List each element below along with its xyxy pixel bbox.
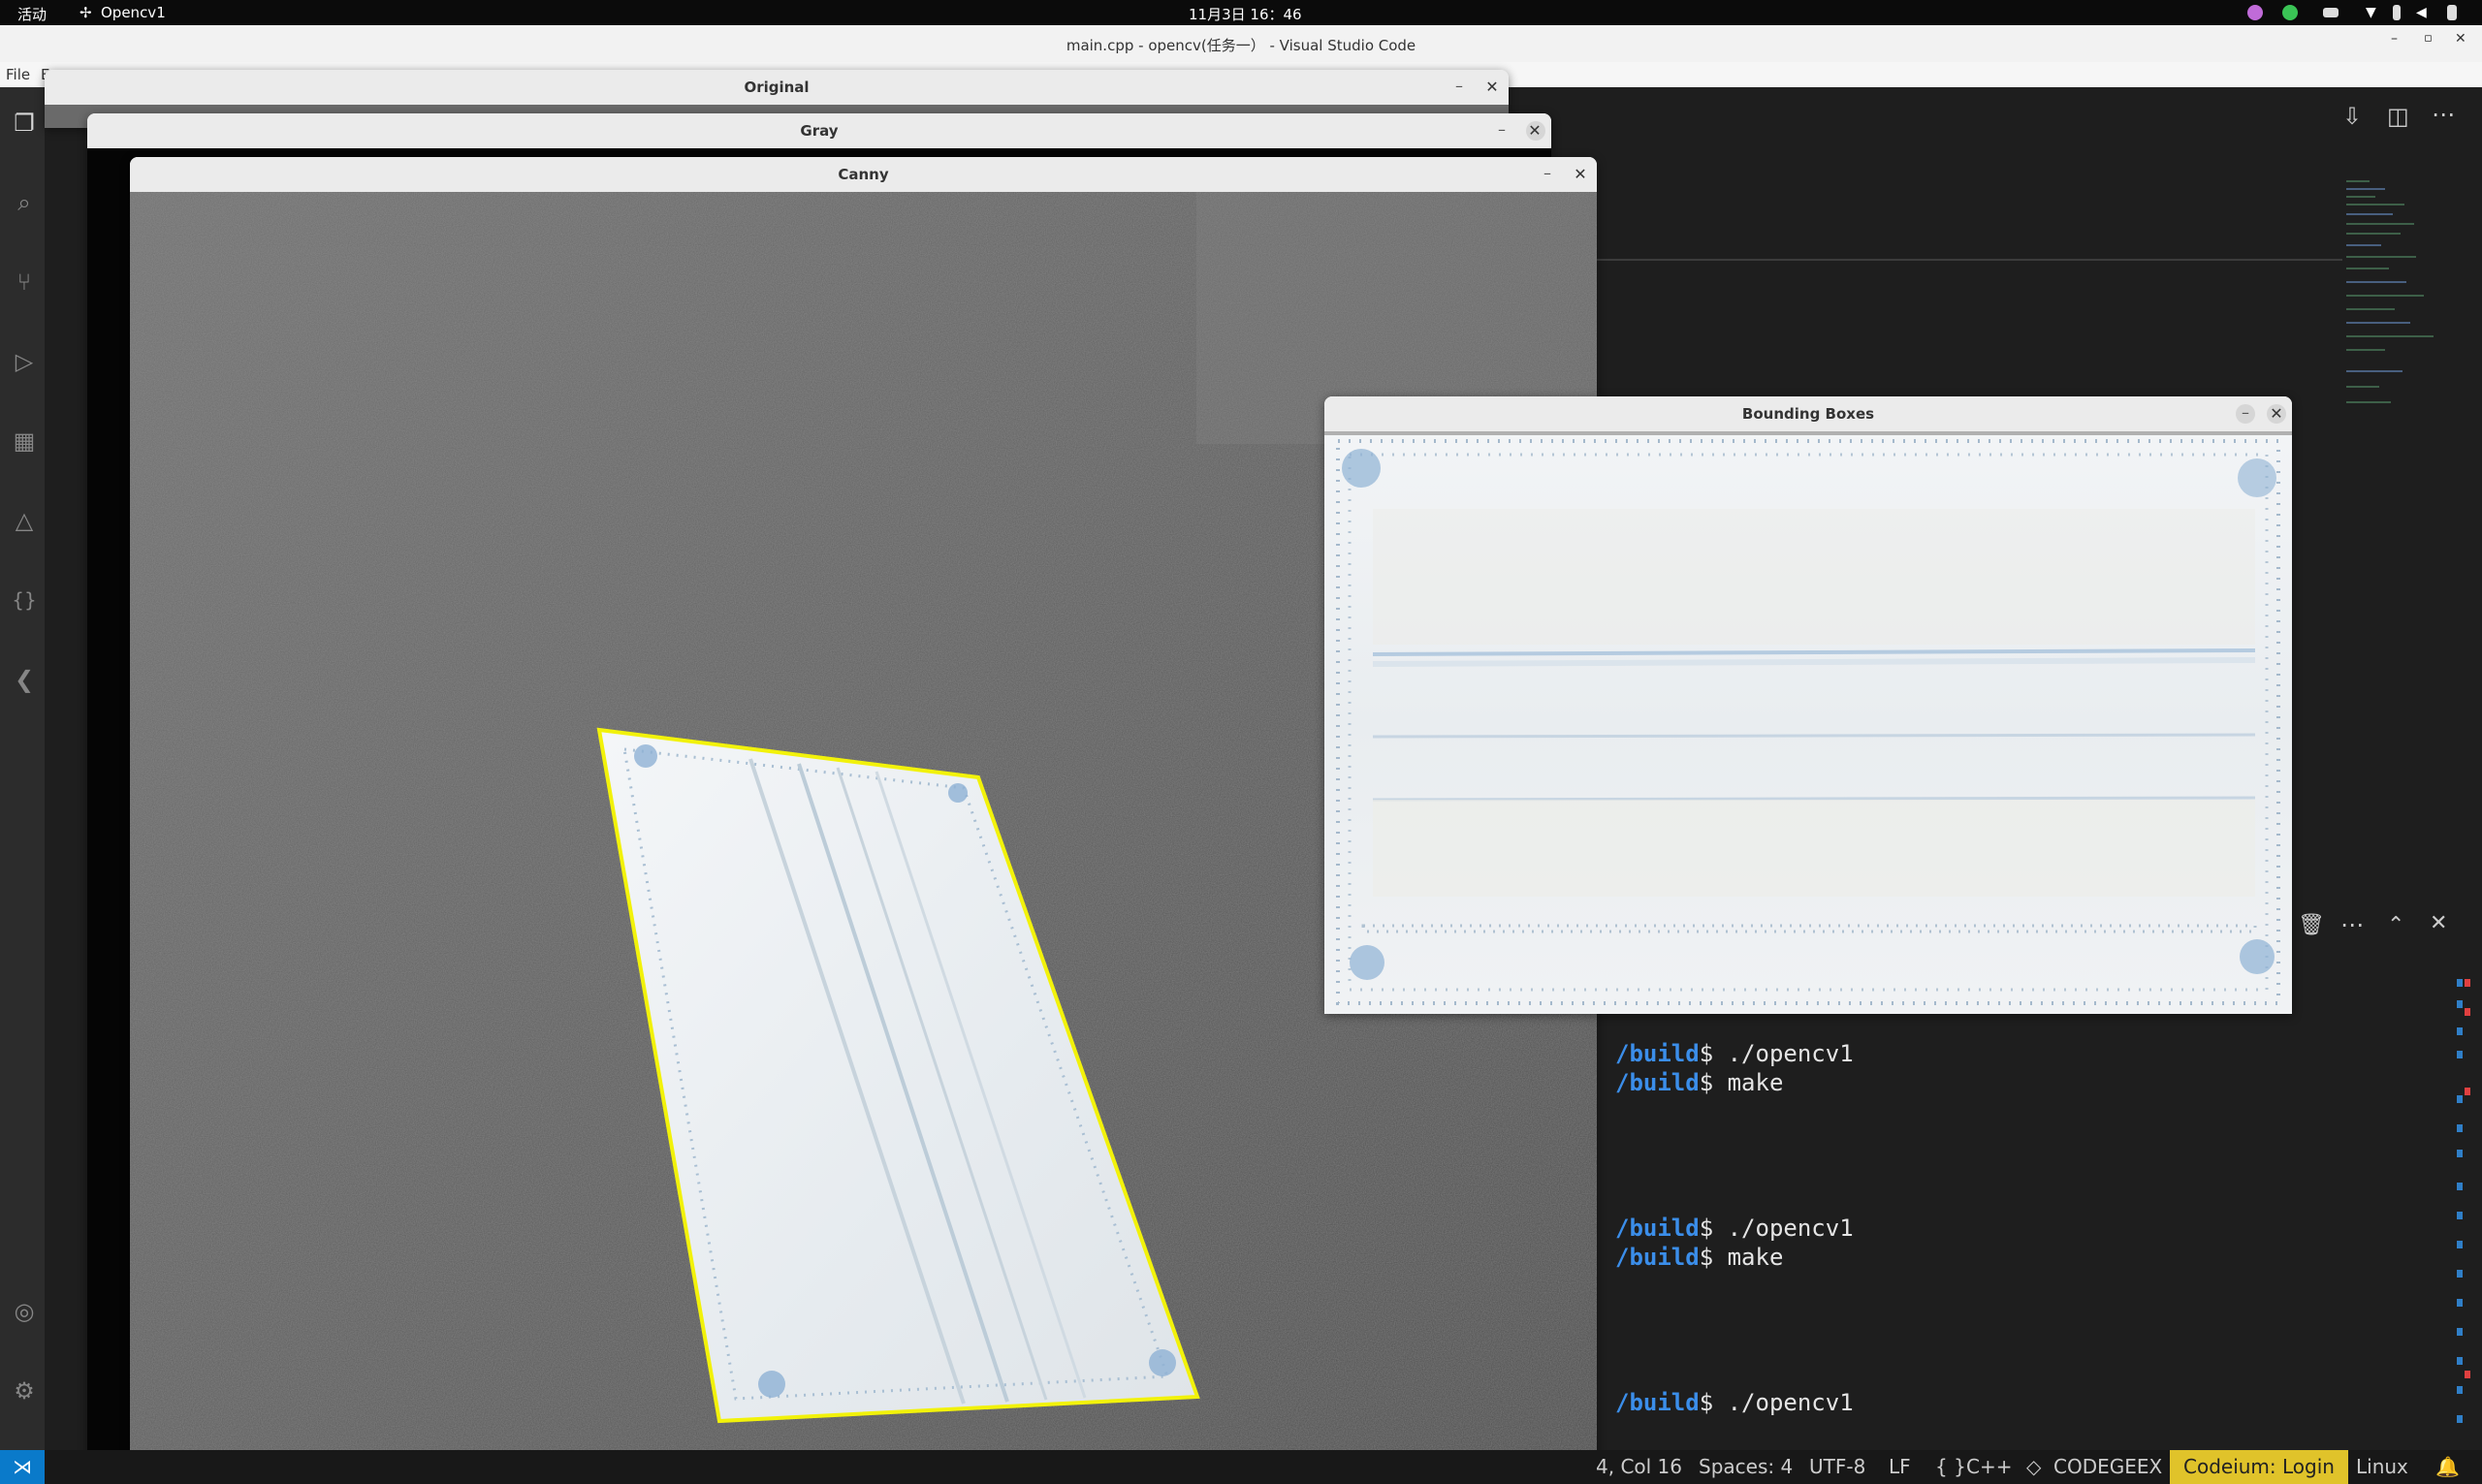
window-title: Original bbox=[45, 70, 1509, 105]
app-menu-label[interactable]: Opencv1 bbox=[101, 4, 166, 21]
terminal[interactable]: /build$ ./opencv1 /build$ make /build$ .… bbox=[1596, 1014, 2449, 1440]
minimap[interactable] bbox=[2346, 180, 2443, 432]
window-minimize-button[interactable]: – bbox=[2391, 31, 2398, 47]
window-title: Bounding Boxes bbox=[1324, 396, 2292, 431]
search-icon[interactable]: ⌕ bbox=[12, 190, 37, 215]
system-top-bar: 活动 ✢ Opencv1 11月3日 16：46 ▼ ◀ bbox=[0, 0, 2482, 25]
os-indicator[interactable]: Linux bbox=[2356, 1455, 2408, 1478]
bluetooth-icon[interactable] bbox=[2393, 5, 2401, 20]
window-close-button[interactable]: ✕ bbox=[2455, 31, 2466, 47]
terminal-line: /build$ make bbox=[1615, 1244, 1784, 1271]
activities-button[interactable]: 活动 bbox=[17, 4, 47, 24]
terminal-line: /build$ ./opencv1 bbox=[1615, 1040, 1854, 1067]
window-maximize-button[interactable]: ▫ bbox=[2424, 31, 2433, 46]
activity-bar: ❐ ⌕ ⑂ ▷ ▦ △ {} ❮ ◎ ⚙ bbox=[0, 87, 45, 1484]
encoding[interactable]: UTF-8 bbox=[1809, 1455, 1865, 1478]
cursor-position[interactable]: 4, Col 16 bbox=[1596, 1455, 1682, 1478]
app-menu-icon: ✢ bbox=[80, 4, 92, 21]
battery-icon[interactable] bbox=[2447, 5, 2457, 20]
notifications-icon[interactable]: 🔔 bbox=[2435, 1455, 2460, 1478]
cropped-mask-image bbox=[1324, 431, 2292, 1014]
wifi-icon[interactable]: ▼ bbox=[2366, 5, 2381, 20]
json-outline-icon[interactable]: {} bbox=[12, 587, 37, 613]
extensions-icon[interactable]: ▦ bbox=[12, 428, 37, 454]
explorer-icon[interactable]: ❐ bbox=[12, 111, 37, 136]
window-title: Gray bbox=[87, 113, 1551, 148]
vscode-title-bar: main.cpp - opencv(任务一） - Visual Studio C… bbox=[0, 25, 2482, 62]
close-button[interactable]: ✕ bbox=[1481, 70, 1503, 105]
more-actions-icon[interactable]: ⋯ bbox=[2432, 101, 2455, 128]
language-mode[interactable]: C++ bbox=[1966, 1455, 2012, 1478]
warped-mask-photo bbox=[1324, 431, 2292, 1014]
trash-icon[interactable]: 🗑 bbox=[2298, 913, 2325, 937]
run-debug-icon[interactable]: ▷ bbox=[12, 349, 37, 374]
editor-divider bbox=[1596, 259, 2342, 261]
menu-file[interactable]: File bbox=[6, 66, 30, 83]
minimize-button[interactable]: – bbox=[1537, 157, 1558, 192]
language-icon: { } bbox=[1935, 1455, 1966, 1478]
remote-indicator-icon[interactable]: ⋊ bbox=[0, 1450, 45, 1484]
editor-toolbar: ⇩ ◫ ⋯ bbox=[1590, 93, 2482, 142]
wechat-icon[interactable] bbox=[2282, 5, 2298, 20]
codegeex-icon[interactable]: ❮ bbox=[12, 667, 37, 692]
codegeex-status[interactable]: CODEGEEX bbox=[2053, 1455, 2162, 1478]
codeium-login[interactable]: Codeium: Login bbox=[2170, 1450, 2348, 1484]
terminal-line: /build$ make bbox=[1615, 1069, 1784, 1096]
window-title: Canny bbox=[130, 157, 1597, 192]
terminal-line: /build$ ./opencv1 bbox=[1615, 1389, 1854, 1416]
minimize-button[interactable]: – bbox=[1491, 113, 1512, 148]
minimize-button[interactable]: – bbox=[2235, 396, 2256, 431]
window-title: main.cpp - opencv(任务一） - Visual Studio C… bbox=[1066, 37, 1416, 54]
opencv-window-bounding-boxes[interactable]: Bounding Boxes – ✕ bbox=[1324, 396, 2292, 1014]
close-button[interactable]: ✕ bbox=[2266, 396, 2287, 431]
minimize-button[interactable]: – bbox=[1448, 70, 1470, 105]
status-bar: ⋊ 4, Col 16 Spaces: 4 UTF-8 LF { } C++ ◇… bbox=[0, 1450, 2482, 1484]
clock[interactable]: 11月3日 16：46 bbox=[1189, 4, 1302, 24]
maximize-panel-icon[interactable]: ⌃ bbox=[2387, 913, 2404, 937]
split-editor-icon[interactable]: ◫ bbox=[2387, 103, 2409, 130]
account-icon[interactable]: ◎ bbox=[12, 1299, 37, 1324]
close-button[interactable]: ✕ bbox=[1524, 113, 1545, 148]
download-icon[interactable]: ⇩ bbox=[2342, 103, 2362, 130]
keyboard-icon[interactable] bbox=[2323, 8, 2339, 17]
more-actions-icon[interactable]: ⋯ bbox=[2340, 911, 2364, 938]
terminal-scrollbar[interactable] bbox=[2457, 979, 2474, 1444]
close-panel-icon[interactable]: ✕ bbox=[2430, 911, 2447, 935]
end-of-line[interactable]: LF bbox=[1889, 1455, 1911, 1478]
cmake-icon[interactable]: △ bbox=[12, 508, 37, 533]
codegeex-icon: ◇ bbox=[2026, 1455, 2042, 1478]
source-control-icon[interactable]: ⑂ bbox=[12, 269, 37, 295]
tray-app-icon[interactable] bbox=[2247, 5, 2263, 20]
close-button[interactable]: ✕ bbox=[1570, 157, 1591, 192]
terminal-line: /build$ ./opencv1 bbox=[1615, 1215, 1854, 1242]
volume-icon[interactable]: ◀ bbox=[2416, 5, 2432, 20]
indentation[interactable]: Spaces: 4 bbox=[1699, 1455, 1793, 1478]
settings-gear-icon[interactable]: ⚙ bbox=[12, 1378, 37, 1404]
